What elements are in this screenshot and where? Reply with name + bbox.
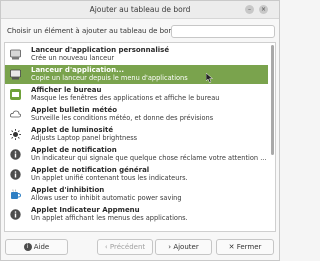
close-x-icon: ✕ xyxy=(228,243,237,251)
item-desc: Copie un lanceur depuis le menu d'applic… xyxy=(31,74,188,82)
item-title: Lanceur d'application personnalisé xyxy=(31,46,170,54)
list-item[interactable]: Applet Indicateur Appmenu Un applet affi… xyxy=(5,205,268,224)
search-input[interactable] xyxy=(171,25,275,38)
add-to-panel-dialog: Ajouter au tableau de bord – × Choisir u… xyxy=(0,0,280,261)
mouse-pointer-icon xyxy=(206,73,214,83)
item-title: Applet de luminosité xyxy=(31,126,114,134)
list-item[interactable]: Applet bulletin météo Surveille les cond… xyxy=(5,105,268,124)
close-icon[interactable]: × xyxy=(259,5,268,14)
item-desc: Masque les fenêtres des applications et … xyxy=(31,94,220,102)
item-desc: Un indicateur qui signale que quelque ch… xyxy=(31,154,267,162)
item-desc: Un applet affichant les menus des applic… xyxy=(31,214,188,222)
window-title: Ajouter au tableau de bord xyxy=(89,5,191,14)
brightness-icon xyxy=(10,129,21,140)
item-title: Applet d'inhibition xyxy=(31,186,105,194)
applet-list[interactable]: Lanceur d'application personnalisé Crée … xyxy=(4,42,276,232)
item-title: Applet de notification xyxy=(31,146,117,154)
search-row: Choisir un élément à ajouter au tableau … xyxy=(7,25,275,39)
search-label: Choisir un élément à ajouter au tableau … xyxy=(7,27,181,35)
list-item[interactable]: Lanceur d'application personnalisé Crée … xyxy=(5,45,268,64)
title-bar: Ajouter au tableau de bord – × xyxy=(1,1,279,19)
previous-button[interactable]: ‹ Précédent xyxy=(97,239,153,255)
list-item[interactable]: Applet d'inhibition Allows user to inhib… xyxy=(5,185,268,204)
item-desc: Allows user to inhibit automatic power s… xyxy=(31,194,182,202)
item-title: Afficher le bureau xyxy=(31,86,102,94)
item-title: Applet Indicateur Appmenu xyxy=(31,206,140,214)
list-item[interactable]: Applet de notification Un indicateur qui… xyxy=(5,145,268,164)
minimize-icon[interactable]: – xyxy=(245,5,254,14)
add-button[interactable]: › Ajouter xyxy=(155,239,212,255)
item-desc: Un applet unifié contenant tous les indi… xyxy=(31,174,188,182)
help-label: Aide xyxy=(33,243,50,251)
weather-cloud-icon xyxy=(10,110,21,118)
close-button[interactable]: ✕ Fermer xyxy=(216,239,274,255)
list-item[interactable]: Applet de luminosité Adjusts Laptop pane… xyxy=(5,125,268,144)
add-label: Ajouter xyxy=(173,243,199,251)
close-label: Fermer xyxy=(236,243,262,251)
info-icon xyxy=(10,169,21,180)
item-desc: Surveille les conditions météo, et donne… xyxy=(31,114,214,122)
launcher-icon xyxy=(10,69,21,80)
item-title: Lanceur d'application... xyxy=(31,66,125,74)
previous-label: Précédent xyxy=(109,243,146,251)
help-button[interactable]: i Aide xyxy=(5,239,68,255)
coffee-cup-icon xyxy=(11,189,21,199)
help-icon: i xyxy=(23,243,32,251)
list-item[interactable]: Lanceur d'application... Copie un lanceu… xyxy=(5,65,268,84)
list-item[interactable]: Afficher le bureau Masque les fenêtres d… xyxy=(5,85,268,104)
list-item[interactable]: Applet de notification général Un applet… xyxy=(5,165,268,184)
info-icon xyxy=(10,149,21,160)
item-desc: Adjusts Laptop panel brightness xyxy=(31,134,138,142)
item-title: Applet de notification général xyxy=(31,166,150,174)
info-icon xyxy=(10,209,21,220)
launcher-icon xyxy=(10,49,21,60)
item-title: Applet bulletin météo xyxy=(31,106,118,114)
show-desktop-icon xyxy=(10,89,21,100)
scrollbar[interactable] xyxy=(271,45,274,155)
item-desc: Crée un nouveau lanceur xyxy=(31,54,115,62)
